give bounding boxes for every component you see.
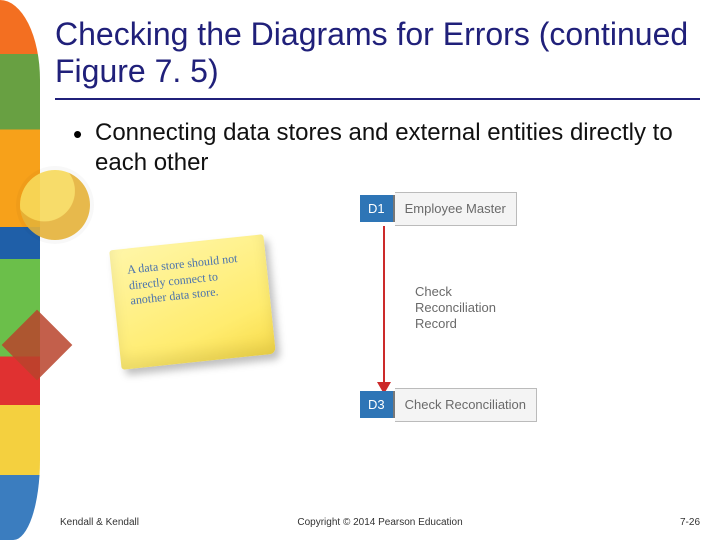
bullet-item: Connecting data stores and external enti… (73, 118, 700, 178)
sticky-note-text: A data store should not directly connect… (127, 251, 239, 308)
datastore-d3: D3 Check Reconciliation (360, 388, 537, 422)
datastore-d3-id: D3 (360, 391, 395, 418)
figure-7-5: A data store should not directly connect… (115, 192, 575, 432)
sticky-note: A data store should not directly connect… (109, 234, 276, 370)
flow-label: Check Reconciliation Record (415, 284, 496, 333)
datastore-d3-label: Check Reconciliation (395, 388, 537, 422)
slide-title: Checking the Diagrams for Errors (contin… (55, 10, 700, 100)
flow-arrow-line (383, 226, 385, 388)
bullet-list: Connecting data stores and external enti… (55, 118, 700, 178)
slide-body: Checking the Diagrams for Errors (contin… (55, 10, 700, 530)
datastore-d1: D1 Employee Master (360, 192, 517, 226)
datastore-d1-id: D1 (360, 195, 395, 222)
datastore-d1-label: Employee Master (395, 192, 517, 226)
decorative-left-strip (0, 0, 40, 540)
footer: Kendall & Kendall Copyright © 2014 Pears… (60, 517, 700, 528)
footer-center: Copyright © 2014 Pearson Education (60, 517, 700, 528)
